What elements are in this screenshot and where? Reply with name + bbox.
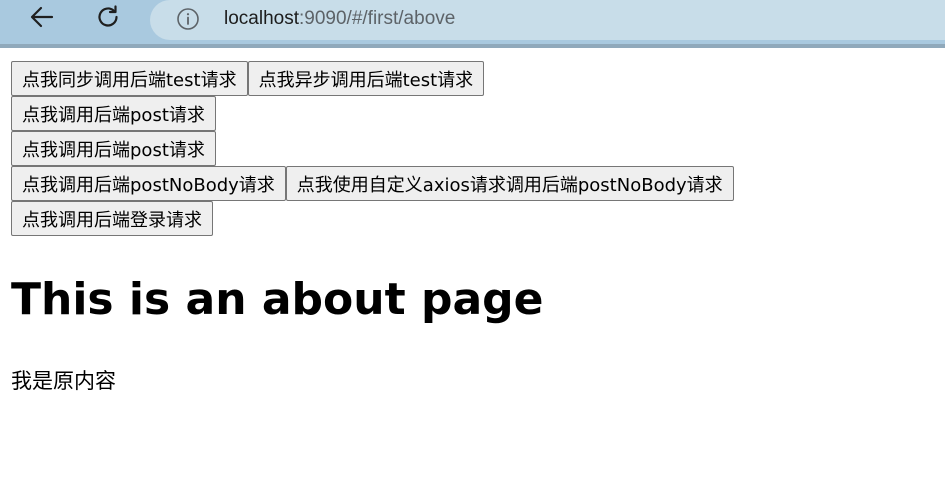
login-request-button[interactable]: 点我调用后端登录请求 (11, 201, 213, 236)
async-test-button[interactable]: 点我异步调用后端test请求 (247, 61, 485, 96)
button-row: 点我调用后端登录请求 (11, 201, 945, 236)
reload-button[interactable] (90, 4, 126, 34)
post-request-button-2[interactable]: 点我调用后端post请求 (11, 131, 216, 166)
browser-toolbar: localhost:9090/#/first/above (0, 0, 945, 48)
button-row: 点我调用后端post请求 (11, 96, 945, 131)
sync-test-button[interactable]: 点我同步调用后端test请求 (11, 61, 248, 96)
url-host: localhost (224, 8, 299, 29)
post-no-body-button[interactable]: 点我调用后端postNoBody请求 (11, 166, 286, 201)
button-area: 点我同步调用后端test请求 点我异步调用后端test请求 点我调用后端post… (11, 61, 945, 236)
page-title: This is an about page (11, 274, 544, 325)
url-path: :9090/#/first/above (299, 8, 456, 29)
axios-post-no-body-button[interactable]: 点我使用自定义axios请求调用后端postNoBody请求 (285, 166, 734, 201)
back-button[interactable] (24, 4, 60, 34)
info-icon[interactable] (176, 7, 200, 31)
button-row: 点我同步调用后端test请求 点我异步调用后端test请求 (11, 61, 945, 96)
button-row: 点我调用后端postNoBody请求 点我使用自定义axios请求调用后端pos… (11, 166, 945, 201)
reload-icon (94, 3, 122, 35)
arrow-left-icon (28, 3, 56, 35)
page-text: 我是原内容 (11, 369, 116, 393)
post-request-button[interactable]: 点我调用后端post请求 (11, 96, 216, 131)
button-row: 点我调用后端post请求 (11, 131, 945, 166)
address-bar[interactable]: localhost:9090/#/first/above (150, 0, 945, 40)
url-text[interactable]: localhost:9090/#/first/above (224, 7, 455, 31)
